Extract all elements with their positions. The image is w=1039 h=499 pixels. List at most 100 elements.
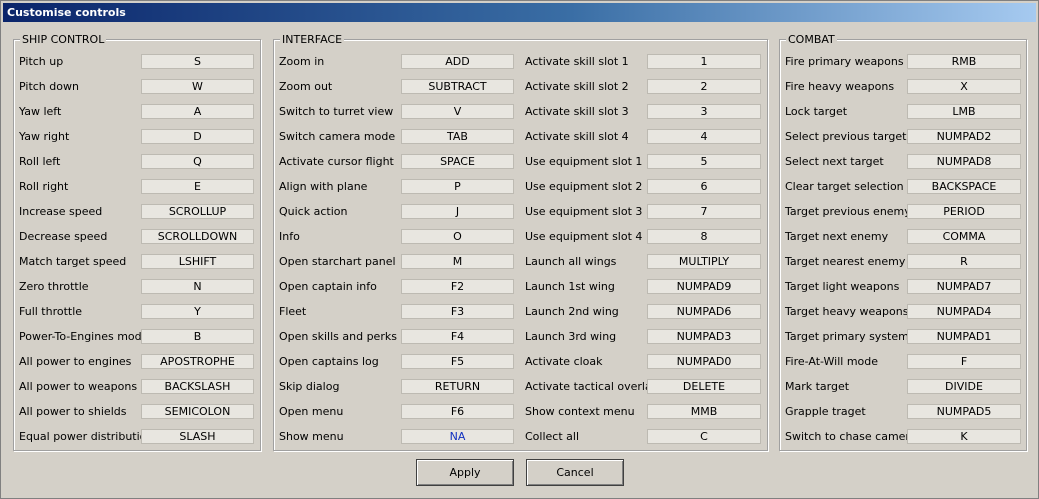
apply-button[interactable]: Apply bbox=[416, 459, 514, 486]
binding-label: Target nearest enemy bbox=[785, 255, 906, 268]
key-binding-field[interactable]: 1 bbox=[647, 54, 761, 69]
key-binding-field[interactable]: LMB bbox=[907, 104, 1021, 119]
key-binding-field[interactable]: NUMPAD3 bbox=[647, 329, 761, 344]
key-binding-field[interactable]: SEMICOLON bbox=[141, 404, 254, 419]
binding-row: Zero throttle N bbox=[19, 279, 254, 294]
binding-row: Activate skill slot 4 4 bbox=[525, 129, 761, 144]
key-binding-field[interactable]: 5 bbox=[647, 154, 761, 169]
key-binding-field[interactable]: TAB bbox=[401, 129, 514, 144]
key-binding-field[interactable]: PERIOD bbox=[907, 204, 1021, 219]
key-binding-field[interactable]: BACKSLASH bbox=[141, 379, 254, 394]
key-binding-field[interactable]: BACKSPACE bbox=[907, 179, 1021, 194]
key-binding-field[interactable]: LSHIFT bbox=[141, 254, 254, 269]
key-binding-field[interactable]: 2 bbox=[647, 79, 761, 94]
key-binding-field[interactable]: NUMPAD1 bbox=[907, 329, 1021, 344]
binding-label: Fire primary weapons bbox=[785, 55, 904, 68]
key-binding-field[interactable]: F6 bbox=[401, 404, 514, 419]
binding-label: Use equipment slot 3 bbox=[525, 205, 643, 218]
key-binding-field[interactable]: NUMPAD8 bbox=[907, 154, 1021, 169]
binding-row: Yaw right D bbox=[19, 129, 254, 144]
key-binding-field[interactable]: APOSTROPHE bbox=[141, 354, 254, 369]
key-binding-field[interactable]: COMMA bbox=[907, 229, 1021, 244]
key-binding-field[interactable]: NA bbox=[401, 429, 514, 444]
key-binding-field[interactable]: N bbox=[141, 279, 254, 294]
binding-label: Align with plane bbox=[279, 180, 368, 193]
key-binding-field[interactable]: F5 bbox=[401, 354, 514, 369]
binding-label: Yaw right bbox=[19, 130, 70, 143]
binding-label: Target light weapons bbox=[785, 280, 900, 293]
binding-row: Yaw left A bbox=[19, 104, 254, 119]
key-binding-field[interactable]: RMB bbox=[907, 54, 1021, 69]
key-binding-field[interactable]: O bbox=[401, 229, 514, 244]
binding-row: Fleet F3 bbox=[279, 304, 514, 319]
interface-title: INTERFACE bbox=[280, 33, 345, 46]
key-binding-field[interactable]: SLASH bbox=[141, 429, 254, 444]
key-binding-field[interactable]: ADD bbox=[401, 54, 514, 69]
key-binding-field[interactable]: R bbox=[907, 254, 1021, 269]
binding-row: Fire-At-Will mode F bbox=[785, 354, 1021, 369]
key-binding-field[interactable]: 4 bbox=[647, 129, 761, 144]
binding-row: Grapple traget NUMPAD5 bbox=[785, 404, 1021, 419]
binding-label: Switch camera mode bbox=[279, 130, 396, 143]
key-binding-field[interactable]: 8 bbox=[647, 229, 761, 244]
key-binding-field[interactable]: K bbox=[907, 429, 1021, 444]
key-binding-field[interactable]: Q bbox=[141, 154, 254, 169]
binding-label: Collect all bbox=[525, 430, 580, 443]
key-binding-field[interactable]: Y bbox=[141, 304, 254, 319]
key-binding-field[interactable]: X bbox=[907, 79, 1021, 94]
key-binding-field[interactable]: SCROLLDOWN bbox=[141, 229, 254, 244]
key-binding-field[interactable]: NUMPAD2 bbox=[907, 129, 1021, 144]
key-binding-field[interactable]: W bbox=[141, 79, 254, 94]
binding-row: Open menu F6 bbox=[279, 404, 514, 419]
binding-label: Activate skill slot 4 bbox=[525, 130, 629, 143]
binding-label: Grapple traget bbox=[785, 405, 866, 418]
binding-row: Match target speed LSHIFT bbox=[19, 254, 254, 269]
binding-label: Match target speed bbox=[19, 255, 127, 268]
key-binding-field[interactable]: SPACE bbox=[401, 154, 514, 169]
key-binding-field[interactable]: F4 bbox=[401, 329, 514, 344]
key-binding-field[interactable]: B bbox=[141, 329, 254, 344]
binding-row: Select previous target NUMPAD2 bbox=[785, 129, 1021, 144]
key-binding-field[interactable]: C bbox=[647, 429, 761, 444]
key-binding-field[interactable]: NUMPAD5 bbox=[907, 404, 1021, 419]
binding-label: Open captain info bbox=[279, 280, 377, 293]
binding-row: Target nearest enemy R bbox=[785, 254, 1021, 269]
key-binding-field[interactable]: D bbox=[141, 129, 254, 144]
key-binding-field[interactable]: P bbox=[401, 179, 514, 194]
key-binding-field[interactable]: NUMPAD0 bbox=[647, 354, 761, 369]
key-binding-field[interactable]: NUMPAD6 bbox=[647, 304, 761, 319]
binding-label: Zoom out bbox=[279, 80, 333, 93]
key-binding-field[interactable]: S bbox=[141, 54, 254, 69]
key-binding-field[interactable]: NUMPAD7 bbox=[907, 279, 1021, 294]
binding-row: Decrease speed SCROLLDOWN bbox=[19, 229, 254, 244]
binding-label: Quick action bbox=[279, 205, 348, 218]
key-binding-field[interactable]: MULTIPLY bbox=[647, 254, 761, 269]
binding-label: Open menu bbox=[279, 405, 344, 418]
binding-row: Pitch up S bbox=[19, 54, 254, 69]
key-binding-field[interactable]: NUMPAD4 bbox=[907, 304, 1021, 319]
key-binding-field[interactable]: V bbox=[401, 104, 514, 119]
binding-row: Target primary systems NUMPAD1 bbox=[785, 329, 1021, 344]
key-binding-field[interactable]: F2 bbox=[401, 279, 514, 294]
key-binding-field[interactable]: 3 bbox=[647, 104, 761, 119]
binding-row: Clear target selection BACKSPACE bbox=[785, 179, 1021, 194]
key-binding-field[interactable]: F bbox=[907, 354, 1021, 369]
key-binding-field[interactable]: A bbox=[141, 104, 254, 119]
key-binding-field[interactable]: RETURN bbox=[401, 379, 514, 394]
key-binding-field[interactable]: SUBTRACT bbox=[401, 79, 514, 94]
binding-label: Fire heavy weapons bbox=[785, 80, 895, 93]
key-binding-field[interactable]: F3 bbox=[401, 304, 514, 319]
key-binding-field[interactable]: SCROLLUP bbox=[141, 204, 254, 219]
key-binding-field[interactable]: 6 bbox=[647, 179, 761, 194]
key-binding-field[interactable]: NUMPAD9 bbox=[647, 279, 761, 294]
binding-row: Zoom in ADD bbox=[279, 54, 514, 69]
key-binding-field[interactable]: DIVIDE bbox=[907, 379, 1021, 394]
key-binding-field[interactable]: MMB bbox=[647, 404, 761, 419]
key-binding-field[interactable]: DELETE bbox=[647, 379, 761, 394]
binding-row: Power-To-Engines mode B bbox=[19, 329, 254, 344]
key-binding-field[interactable]: 7 bbox=[647, 204, 761, 219]
cancel-button[interactable]: Cancel bbox=[526, 459, 624, 486]
key-binding-field[interactable]: M bbox=[401, 254, 514, 269]
key-binding-field[interactable]: E bbox=[141, 179, 254, 194]
key-binding-field[interactable]: J bbox=[401, 204, 514, 219]
